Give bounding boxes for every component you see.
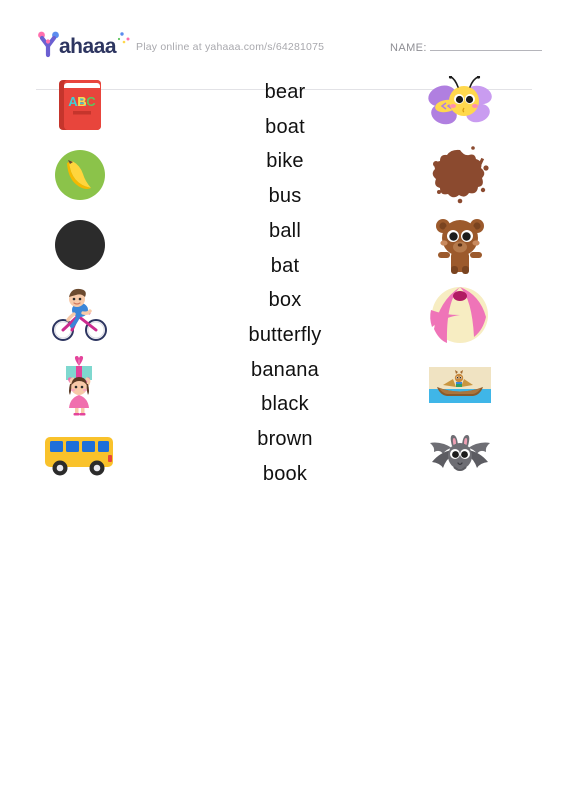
word-item[interactable]: butterfly (190, 318, 380, 353)
worksheet-page: ahaaa Play online at yahaaa.com/s/642810… (0, 0, 565, 800)
word-list: bear boat bike bus ball bat box butterfl… (190, 70, 380, 491)
word-item[interactable]: bike (190, 144, 380, 179)
picture-bear (400, 210, 520, 280)
picture-girl-with-gift-box (30, 350, 130, 420)
right-picture-column (400, 70, 520, 490)
yahaaa-logo[interactable]: ahaaa (36, 28, 136, 62)
picture-yellow-bus (30, 420, 130, 490)
picture-brown-paint-splat (400, 140, 520, 210)
word-item[interactable]: ball (190, 214, 380, 249)
svg-text:C: C (86, 94, 96, 109)
word-item[interactable]: bear (190, 75, 380, 110)
picture-beach-ball (400, 280, 520, 350)
word-item[interactable]: boat (190, 110, 380, 145)
picture-boat-photo (400, 350, 520, 420)
word-item[interactable]: brown (190, 422, 380, 457)
picture-abc-book: A A B C (30, 70, 130, 140)
word-item[interactable]: book (190, 457, 380, 492)
word-item[interactable]: bat (190, 249, 380, 284)
svg-text:B: B (77, 94, 86, 109)
play-online-link[interactable]: Play online at yahaaa.com/s/64281075 (136, 41, 324, 53)
word-item[interactable]: box (190, 283, 380, 318)
svg-text:ahaaa: ahaaa (59, 35, 117, 58)
left-picture-column: A A B C (30, 70, 130, 490)
picture-bat (400, 420, 520, 490)
page-header: ahaaa Play online at yahaaa.com/s/642810… (0, 28, 565, 90)
word-item[interactable]: bus (190, 179, 380, 214)
picture-black-circle (30, 210, 130, 280)
picture-banana (30, 140, 130, 210)
picture-boy-on-bicycle (30, 280, 130, 350)
name-input-blank[interactable] (429, 40, 542, 51)
name-label: NAME: (390, 42, 427, 54)
word-item[interactable]: banana (190, 353, 380, 388)
name-field[interactable]: NAME: (390, 40, 542, 54)
picture-butterfly (400, 70, 520, 140)
word-item[interactable]: black (190, 387, 380, 422)
